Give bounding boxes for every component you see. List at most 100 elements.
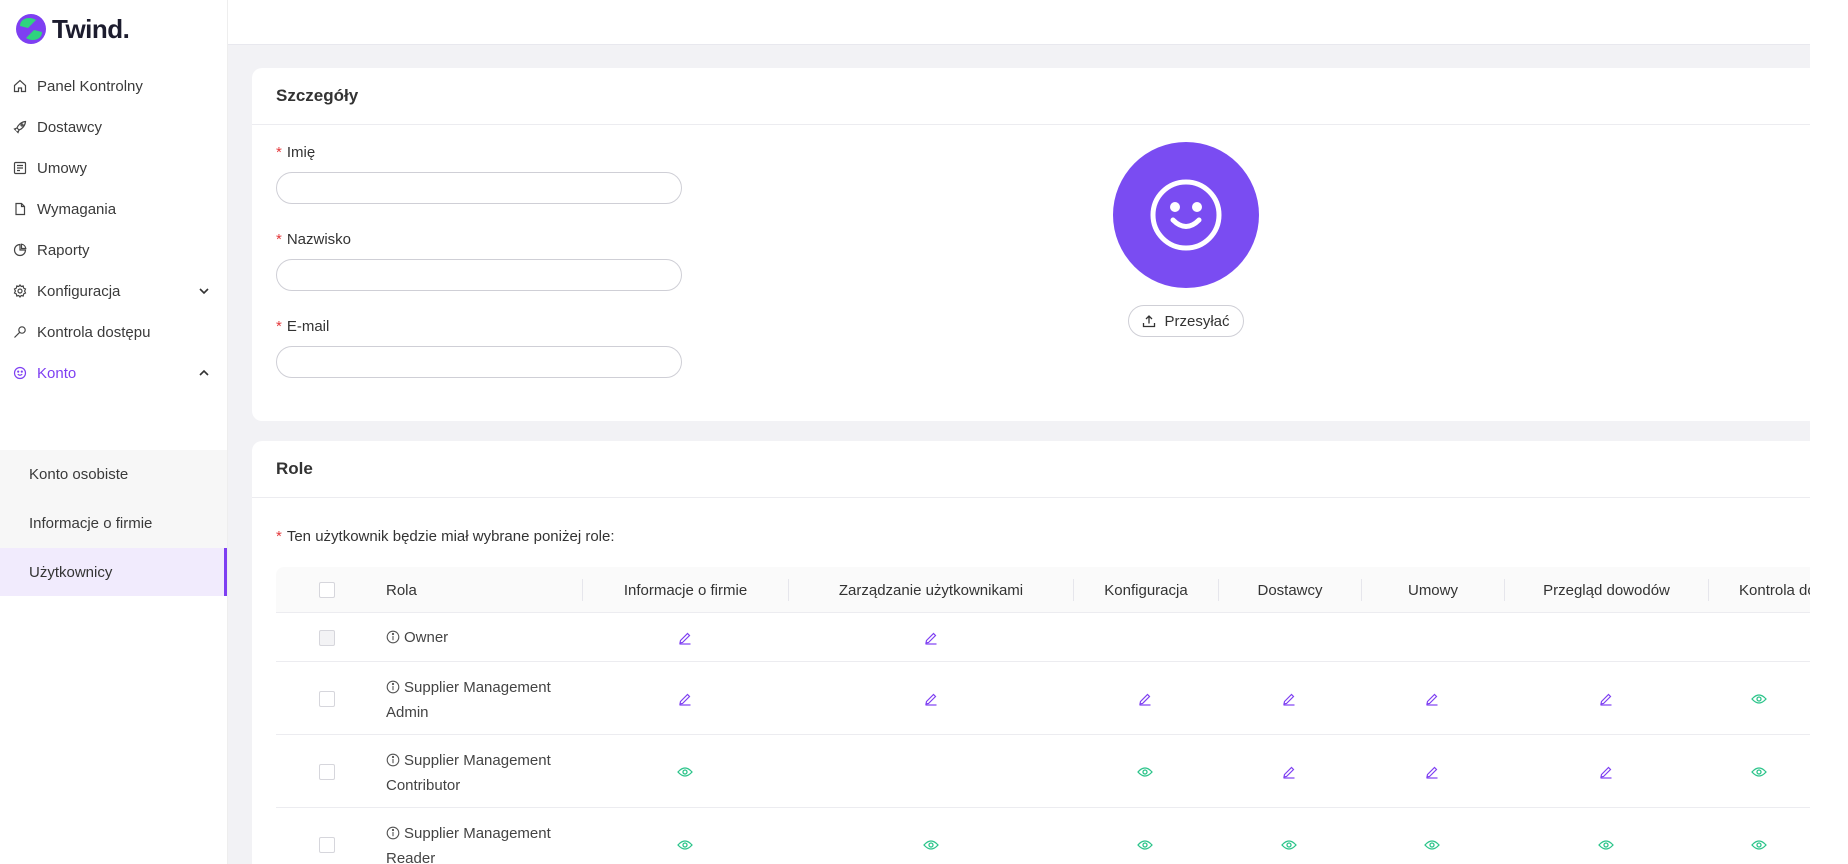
edit-permission-icon	[675, 689, 695, 709]
sidebar: Twind. Panel Kontrolny Dostawcy Umowy Wy…	[0, 0, 228, 864]
smiley-icon	[12, 365, 28, 381]
first-name-input[interactable]	[276, 172, 682, 204]
edit-permission-icon	[1279, 689, 1299, 709]
edit-permission-icon	[921, 689, 941, 709]
column-header-informacje-o-firmie[interactable]: Informacje o firmie	[583, 567, 788, 613]
email-input[interactable]	[276, 346, 682, 378]
sidebar-item-label: Dostawcy	[37, 118, 103, 136]
view-permission-icon	[1596, 835, 1616, 855]
role-name-text: Owner	[404, 629, 449, 646]
logo[interactable]: Twind.	[14, 12, 130, 46]
column-header-umowy[interactable]: Umowy	[1362, 567, 1504, 613]
column-header-rola[interactable]: Rola	[386, 567, 556, 613]
role-checkbox[interactable]	[319, 690, 335, 707]
twind-logo-icon	[16, 14, 46, 44]
sidebar-subitem-uzytkownicy[interactable]: Użytkownicy	[0, 548, 227, 596]
edit-permission-icon	[1596, 762, 1616, 782]
column-header-kontrola-dostepu[interactable]: Kontrola dost	[1709, 567, 1810, 613]
roles-card-title: Role	[252, 441, 1810, 498]
view-permission-icon	[1279, 835, 1299, 855]
role-checkbox[interactable]	[319, 836, 335, 853]
info-icon[interactable]	[386, 678, 400, 701]
view-permission-icon	[1135, 835, 1155, 855]
required-asterisk: *	[276, 318, 282, 335]
main-content: Szczegóły * Imię * Nazwisko * E-mail Prz…	[228, 0, 1810, 864]
email-label: * E-mail	[276, 318, 329, 335]
document-icon	[12, 201, 28, 217]
role-name-text: Supplier Management Contributor	[386, 751, 551, 794]
pie-chart-icon	[12, 242, 28, 258]
sidebar-subitem-label: Konto osobiste	[29, 465, 129, 483]
role-name: Supplier Management Admin	[386, 676, 566, 724]
sidebar-item-label: Umowy	[37, 159, 88, 177]
view-permission-icon	[1749, 689, 1769, 709]
edit-permission-icon	[1596, 689, 1616, 709]
role-checkbox[interactable]	[319, 763, 335, 780]
roles-table-body: Owner Supplier Management Admin Supplier M…	[276, 613, 1810, 864]
chevron-down-icon	[199, 288, 209, 295]
sidebar-item-label: Konfiguracja	[37, 282, 121, 300]
edit-permission-icon	[675, 628, 695, 648]
right-gutter	[1810, 0, 1848, 864]
role-name: Supplier Management Reader	[386, 822, 566, 864]
sidebar-subitem-label: Użytkownicy	[29, 563, 113, 581]
info-icon[interactable]	[386, 628, 400, 651]
roles-card: Role * Ten użytkownik będzie miał wybrane…	[252, 441, 1810, 864]
view-permission-icon	[1422, 835, 1442, 855]
roles-table-header: Rola Informacje o firmie Zarządzanie uży…	[276, 567, 1810, 613]
home-icon	[12, 78, 28, 94]
info-icon[interactable]	[386, 824, 400, 847]
sidebar-item-label: Wymagania	[37, 200, 117, 218]
table-row: Supplier Management Reader	[276, 808, 1810, 864]
edit-permission-icon	[1135, 689, 1155, 709]
edit-permission-icon	[1422, 689, 1442, 709]
sidebar-subitem-konto-osobiste[interactable]: Konto osobiste	[0, 450, 227, 498]
view-permission-icon	[1749, 762, 1769, 782]
column-header-dostawcy[interactable]: Dostawcy	[1219, 567, 1361, 613]
sidebar-item-label: Raporty	[37, 241, 90, 259]
last-name-label-text: Nazwisko	[286, 231, 352, 248]
select-all-checkbox[interactable]	[319, 582, 335, 598]
edit-permission-icon	[1422, 762, 1442, 782]
last-name-label: * Nazwisko	[276, 231, 351, 248]
required-asterisk: *	[276, 528, 282, 545]
last-name-input[interactable]	[276, 259, 682, 291]
view-permission-icon	[1135, 762, 1155, 782]
sidebar-subnav-konto: Konto osobiste Informacje o firmie Użytk…	[0, 450, 227, 596]
table-row: Owner	[276, 613, 1810, 662]
table-row: Supplier Management Contributor	[276, 735, 1810, 808]
column-header-przeglad-dowodow[interactable]: Przegląd dowodów	[1505, 567, 1708, 613]
role-name-text: Supplier Management Admin	[386, 678, 551, 721]
upload-button[interactable]: Przesyłać	[1128, 305, 1244, 337]
view-permission-icon	[921, 835, 941, 855]
table-row: Supplier Management Admin	[276, 662, 1810, 735]
avatar	[1113, 142, 1259, 288]
gear-icon	[12, 283, 28, 299]
sidebar-item-label: Konto	[37, 364, 77, 382]
sidebar-item-label: Panel Kontrolny	[37, 77, 143, 95]
roles-note: * Ten użytkownik będzie miał wybrane poni…	[276, 528, 615, 545]
role-checkbox	[319, 629, 335, 646]
role-name-text: Supplier Management Reader	[386, 824, 551, 864]
sidebar-item-label: Kontrola dostępu	[37, 323, 151, 341]
top-bar	[228, 0, 1810, 45]
email-label-text: E-mail	[286, 318, 330, 335]
details-card: Szczegóły * Imię * Nazwisko * E-mail Prz…	[252, 68, 1810, 421]
column-header-konfiguracja[interactable]: Konfiguracja	[1074, 567, 1218, 613]
sidebar-subitem-informacje-o-firmie[interactable]: Informacje o firmie	[0, 499, 227, 547]
sidebar-item-konto[interactable]: Konto	[0, 349, 227, 397]
upload-button-label: Przesyłać	[1164, 312, 1230, 330]
rocket-icon	[12, 119, 28, 135]
brand-name: Twind.	[52, 13, 130, 44]
contract-icon	[12, 160, 28, 176]
required-asterisk: *	[276, 144, 282, 161]
column-header-zarzadzanie-uzytkownikami[interactable]: Zarządzanie użytkownikami	[789, 567, 1073, 613]
details-card-title: Szczegóły	[252, 68, 1810, 125]
app-root: Twind. Panel Kontrolny Dostawcy Umowy Wy…	[0, 0, 1848, 864]
view-permission-icon	[675, 762, 695, 782]
upload-icon	[1143, 315, 1156, 328]
first-name-label: * Imię	[276, 144, 315, 161]
first-name-label-text: Imię	[286, 144, 316, 161]
info-icon[interactable]	[386, 751, 400, 774]
smiley-avatar-icon	[1150, 179, 1222, 251]
